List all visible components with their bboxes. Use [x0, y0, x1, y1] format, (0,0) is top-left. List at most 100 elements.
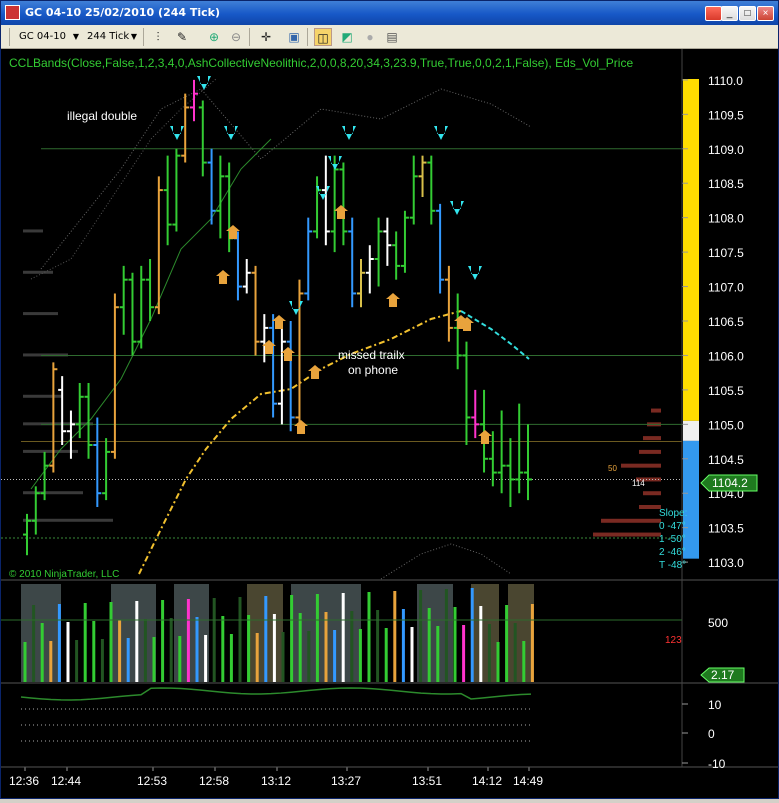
sell-arrow	[342, 126, 356, 140]
price-bar	[462, 341, 471, 445]
slope-1: 1 -50°	[659, 534, 686, 545]
app-icon	[5, 5, 20, 20]
annotation-on-phone: on phone	[348, 363, 398, 377]
price-bar	[374, 217, 383, 287]
price-bar	[488, 431, 497, 487]
price-bar	[286, 321, 295, 432]
circle-icon[interactable]: ●	[361, 28, 379, 46]
volume-profile-bar	[639, 505, 661, 509]
price-bar	[304, 217, 313, 301]
warning-icon[interactable]	[705, 6, 722, 21]
price-bar	[128, 272, 137, 356]
price-bar	[102, 438, 111, 501]
volume-profile-bar	[23, 449, 78, 453]
volume-profile-bar	[643, 436, 661, 441]
volume-profile-bar	[23, 491, 83, 495]
price-bar	[146, 259, 155, 321]
volume-profile-bar	[23, 394, 63, 398]
price-bar	[471, 389, 480, 439]
data-box-icon[interactable]: ▤	[383, 28, 401, 46]
bias-bar-yellow	[683, 79, 699, 421]
price-bar	[137, 265, 146, 349]
price-bar	[119, 265, 128, 335]
price-bar	[506, 438, 515, 507]
time-axis-label: 12:44	[51, 774, 81, 788]
volume-zone	[471, 584, 499, 682]
close-button[interactable]: ×	[757, 6, 774, 21]
volume-axis-label: 500	[708, 616, 728, 630]
price-axis-label: 1105.0	[708, 418, 744, 432]
price-bar	[277, 327, 286, 425]
volume-current-label: 2.17	[711, 668, 735, 682]
chart-area[interactable]: 1110.0 1109.5 1109.0 1108.5 1108.0 1107.5 1107…	[1, 49, 778, 798]
indicator-label: CCLBands(Close,False,1,2,3,4,0,AshCollec…	[9, 56, 633, 70]
sell-arrow	[170, 126, 184, 140]
chevron-down-icon: ▼	[130, 32, 137, 41]
time-axis-label: 13:12	[261, 774, 291, 788]
price-chart-svg[interactable]: 1110.0 1109.5 1109.0 1108.5 1108.0 1107.5 1107…	[1, 49, 778, 798]
instrument-dropdown[interactable]: GC 04-10 ▼	[15, 28, 81, 45]
bar-style-icon[interactable]: ⫶	[149, 28, 167, 46]
volume-profile-bar	[643, 491, 661, 496]
volume-profile-bar	[23, 312, 58, 316]
volume-profile-bar	[639, 449, 661, 454]
maximize-button[interactable]: □	[739, 6, 756, 21]
price-bar	[58, 376, 67, 445]
volume-profile-bar	[601, 518, 661, 523]
price-axis-label: 1108.0	[708, 212, 744, 226]
zoom-out-icon[interactable]: ⊖	[227, 28, 245, 46]
price-bar	[313, 176, 322, 239]
price-bar	[75, 383, 84, 439]
time-axis-label: 13:51	[412, 774, 442, 788]
price-bar	[321, 155, 330, 246]
volume-profile-bar	[23, 270, 53, 274]
price-bar	[453, 293, 462, 370]
price-bar	[497, 410, 506, 494]
period-dropdown[interactable]: 244 Tick ▼	[83, 28, 139, 45]
small-label-50: 50	[608, 464, 617, 473]
price-bar	[400, 210, 409, 273]
time-axis-label: 12:53	[137, 774, 167, 788]
indicators-icon[interactable]: ◩	[338, 28, 356, 46]
oscillator-axis-label: 0	[708, 727, 715, 741]
price-axis-label: 1104.5	[708, 453, 744, 467]
price-axis-label: 1110.0	[708, 74, 743, 88]
sell-arrow	[289, 301, 303, 315]
annotation-missed-trailx: missed trailx	[338, 348, 405, 362]
price-axis-label: 1107.0	[708, 281, 744, 295]
small-label-114: 114	[632, 479, 645, 488]
volume-profile-bar	[651, 408, 661, 413]
strategy-icon[interactable]: ◫	[314, 28, 332, 46]
price-bar	[190, 79, 198, 122]
sell-arrow	[316, 186, 330, 200]
price-axis-label: 1103.5	[708, 522, 744, 536]
title-bar[interactable]: GC 04-10 25/02/2010 (244 Tick) _ □ ×	[1, 1, 778, 25]
price-bar	[110, 293, 119, 459]
price-bar	[348, 217, 357, 308]
oscillator-line	[20, 687, 532, 701]
price-bar	[330, 155, 339, 253]
moving-average-projection	[460, 310, 530, 360]
time-axis-label: 12:58	[199, 774, 229, 788]
volume-profile-bar	[593, 532, 661, 537]
zoom-in-icon[interactable]: ⊕	[205, 28, 223, 46]
price-bar	[269, 314, 278, 418]
copyright-text: © 2010 NinjaTrader, LLC	[9, 569, 119, 580]
minimize-button[interactable]: _	[721, 6, 738, 21]
pencil-icon[interactable]: ✎	[173, 28, 191, 46]
sell-arrow	[450, 201, 464, 215]
volume-zone	[508, 584, 534, 682]
price-axis-label: 1108.5	[708, 177, 744, 191]
volume-small-label: 123	[665, 635, 682, 646]
buy-arrow	[334, 205, 348, 219]
current-price-label: 1104.2	[712, 476, 748, 490]
price-axis-label: 1106.5	[708, 315, 744, 329]
volume-zone	[111, 584, 156, 682]
price-bar	[383, 217, 392, 266]
price-bar	[339, 162, 348, 246]
buy-arrow	[294, 420, 308, 434]
volume-profile-bar	[621, 463, 661, 468]
properties-icon[interactable]: ▣	[285, 28, 303, 46]
price-bar	[392, 231, 401, 280]
crosshair-icon[interactable]: ✛	[257, 28, 275, 46]
